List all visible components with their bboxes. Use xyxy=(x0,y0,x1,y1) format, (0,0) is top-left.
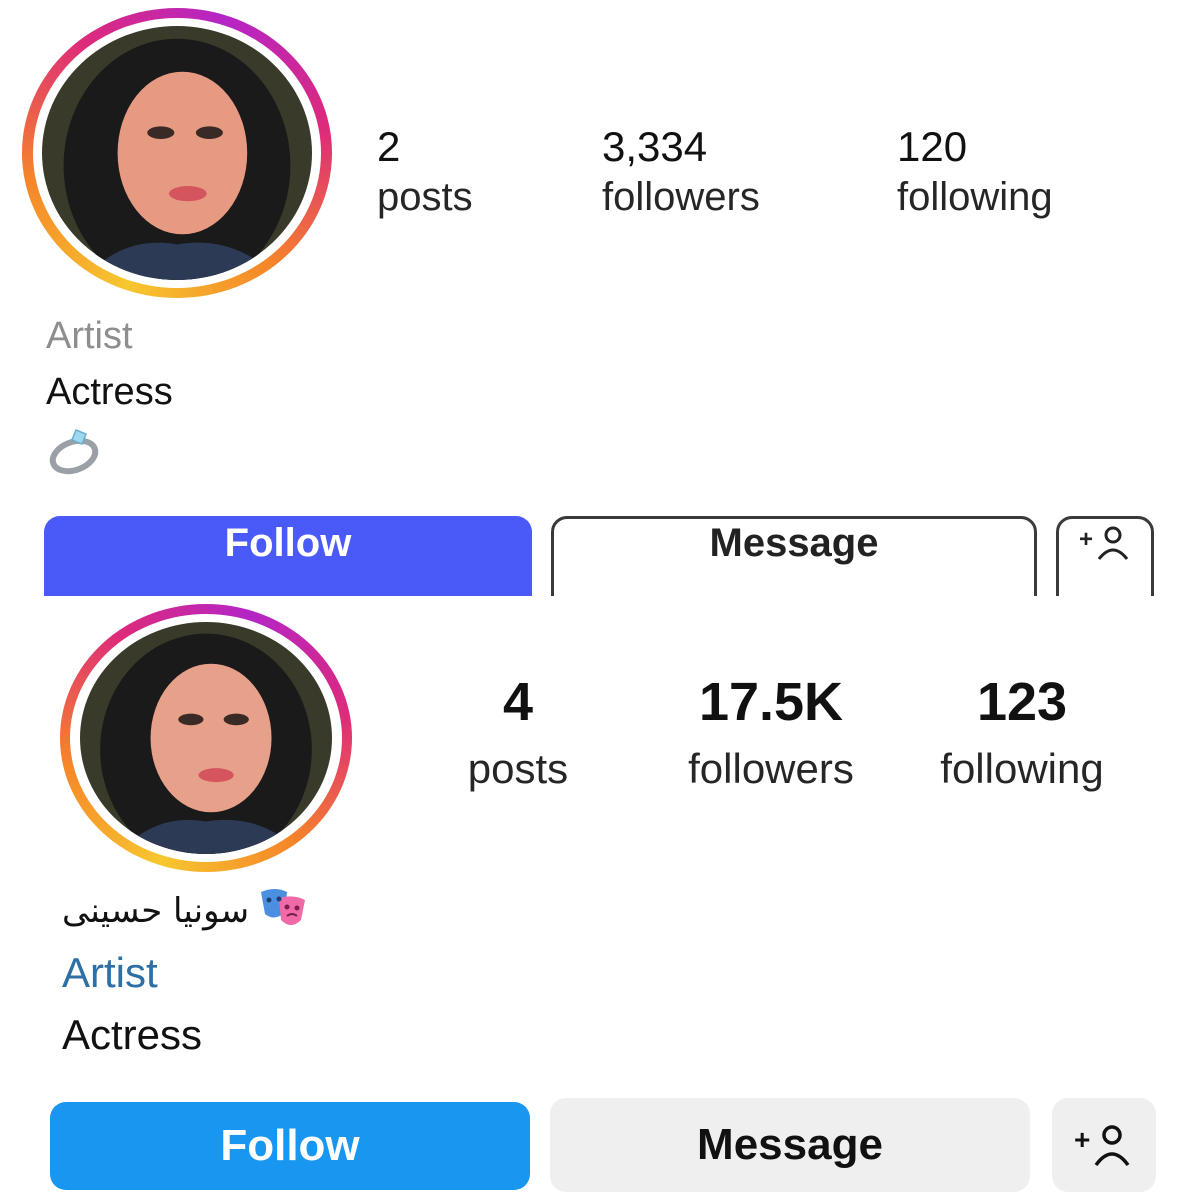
message-button-label: Message xyxy=(709,520,879,565)
profile-panel-bottom: 4 posts 17.5K followers 123 following سو… xyxy=(0,600,1200,1200)
ring-emoji xyxy=(46,426,106,476)
profile-name: سونیا حسینی xyxy=(62,884,313,938)
posts-label: posts xyxy=(377,175,473,219)
add-user-button[interactable]: + xyxy=(1056,516,1154,596)
add-user-button[interactable]: + xyxy=(1052,1098,1156,1192)
following-stat[interactable]: 120 following xyxy=(897,122,1053,222)
followers-label: followers xyxy=(688,745,854,792)
bio-text: Actress xyxy=(46,371,173,413)
followers-count: 3,334 xyxy=(602,123,708,170)
followers-stat[interactable]: 17.5K followers xyxy=(660,670,882,804)
follow-button-label: Follow xyxy=(220,1121,360,1170)
follow-button-label: Follow xyxy=(224,520,352,565)
profile-name-text: سونیا حسینی xyxy=(62,891,250,931)
following-label: following xyxy=(940,745,1104,792)
follow-button[interactable]: Follow xyxy=(50,1102,530,1190)
add-user-icon: + xyxy=(1074,1121,1134,1169)
posts-label: posts xyxy=(467,745,569,792)
svg-text:+: + xyxy=(1074,1124,1090,1155)
bio-text: Actress xyxy=(62,1011,203,1058)
posts-stat[interactable]: 2 posts xyxy=(377,122,473,222)
add-user-icon: + xyxy=(1079,523,1131,563)
avatar[interactable] xyxy=(42,26,312,280)
posts-stat[interactable]: 4 posts xyxy=(440,670,596,804)
follow-button[interactable]: Follow xyxy=(44,516,532,596)
followers-label: followers xyxy=(602,175,760,219)
avatar[interactable] xyxy=(80,622,332,854)
followers-stat[interactable]: 3,334 followers xyxy=(602,122,760,222)
posts-count: 2 xyxy=(377,123,401,170)
profile-panel-top: 2 posts 3,334 followers 120 following Ar… xyxy=(0,0,1200,596)
following-label: following xyxy=(897,175,1053,219)
following-count: 120 xyxy=(897,123,968,170)
message-button-label: Message xyxy=(697,1120,883,1169)
message-button[interactable]: Message xyxy=(550,1098,1030,1192)
theater-masks-emoji xyxy=(255,884,313,939)
message-button[interactable]: Message xyxy=(551,516,1037,596)
followers-count: 17.5K xyxy=(698,672,844,732)
following-count: 123 xyxy=(976,672,1068,732)
following-stat[interactable]: 123 following xyxy=(920,670,1124,804)
profile-category: Artist xyxy=(46,315,133,357)
posts-count: 4 xyxy=(502,672,534,732)
svg-text:+: + xyxy=(1079,526,1093,553)
profile-category: Artist xyxy=(62,949,158,996)
